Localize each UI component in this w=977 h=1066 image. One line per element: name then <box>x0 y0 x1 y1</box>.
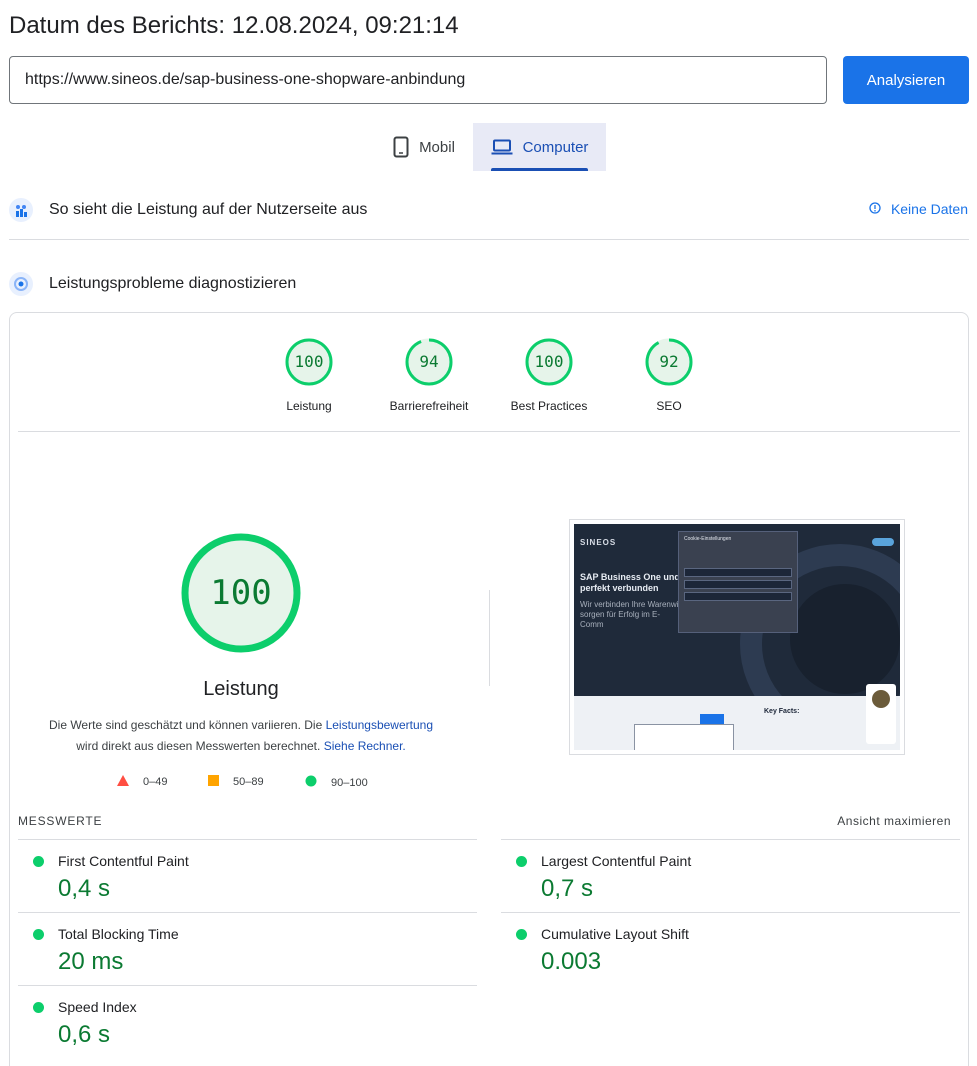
lab-data-section: Leistungsprobleme diagnostizieren <box>9 270 969 298</box>
card-divider <box>18 431 960 432</box>
legend-pass-label: 90–100 <box>331 776 368 789</box>
metric-value: 0,4 s <box>58 875 111 902</box>
gauge-label: Barrierefreiheit <box>389 399 469 413</box>
cookie-necessary-only <box>684 592 792 601</box>
field-data-section: So sieht die Leistung auf der Nutzerseit… <box>9 196 969 224</box>
badge-seal <box>872 690 890 708</box>
gauge-seo[interactable]: 92 SEO <box>609 337 729 413</box>
laptop-image <box>634 724 734 750</box>
metric-speed-index: Speed Index 0,6 s <box>18 985 477 1058</box>
metric-value: 0,6 s <box>58 1021 111 1048</box>
lab-target-icon <box>9 272 33 296</box>
metric-value: 0,7 s <box>541 875 594 902</box>
pass-dot-icon <box>33 929 44 940</box>
gauge-score: 100 <box>294 352 324 371</box>
pass-dot-icon <box>33 856 44 867</box>
screenshot-content: SINEOS SAP Business One und perfekt verb… <box>574 524 900 750</box>
pass-dot-icon <box>33 1002 44 1013</box>
calculator-link[interactable]: Siehe Rechner. <box>324 739 406 753</box>
cookie-banner: Cookie-Einstellungen <box>678 531 798 633</box>
report-date: Datum des Berichts: 12.08.2024, 09:21:14 <box>9 12 459 39</box>
no-data-label: Keine Daten <box>890 201 968 217</box>
gauge-performance[interactable]: 100 Leistung <box>249 337 369 413</box>
tab-mobile-label: Mobil <box>419 138 455 156</box>
tab-desktop-label: Computer <box>522 138 589 156</box>
note-text: Die Werte sind geschätzt und können vari… <box>48 718 326 732</box>
gauge-score: 92 <box>659 352 679 371</box>
metric-name: Cumulative Layout Shift <box>541 926 689 942</box>
tab-mobile[interactable]: Mobil <box>376 123 472 171</box>
gauge-label: Best Practices <box>510 399 588 413</box>
pass-dot-icon <box>516 856 527 867</box>
gauge-label: Leistung <box>286 399 332 413</box>
legend-average-label: 50–89 <box>233 776 264 788</box>
smartphone-icon <box>393 136 409 158</box>
gauge-accessibility[interactable]: 94 Barrierefreiheit <box>369 337 489 413</box>
note-text: wird direkt aus diesen Messwerten berech… <box>76 739 324 753</box>
pass-dot-icon <box>516 929 527 940</box>
circle-icon <box>305 775 317 790</box>
square-icon <box>208 775 219 789</box>
legend-fail-label: 0–49 <box>143 776 168 788</box>
tab-desktop[interactable]: Computer <box>473 123 606 171</box>
url-input[interactable] <box>9 56 827 104</box>
rating-badge <box>866 684 896 744</box>
metric-fcp: First Contentful Paint 0,4 s <box>18 839 477 912</box>
legend-average: 50–89 <box>208 775 264 789</box>
site-headline: SAP Business One und perfekt verbunden <box>580 572 680 593</box>
section-divider <box>9 239 969 240</box>
metric-name: Speed Index <box>58 999 137 1015</box>
metric-lcp: Largest Contentful Paint 0,7 s <box>501 839 960 912</box>
info-icon <box>869 201 881 217</box>
site-nav-button <box>872 538 894 546</box>
users-chart-icon <box>9 198 33 222</box>
sap-logo <box>700 714 724 724</box>
performance-title: Leistung <box>203 678 279 700</box>
cookie-title: Cookie-Einstellungen <box>684 536 732 542</box>
performance-score: 100 <box>210 573 272 613</box>
gauge-label: SEO <box>656 399 682 413</box>
legend-fail: 0–49 <box>117 775 167 789</box>
site-logo: SINEOS <box>580 538 617 547</box>
metric-value: 0.003 <box>541 948 602 975</box>
metrics-heading: MESSWERTE <box>18 814 103 828</box>
gauge-score: 100 <box>534 352 564 371</box>
site-lower-section: Key Facts: <box>574 696 900 750</box>
category-gauges: 100 Leistung 94 Barrierefreiheit 100 Bes… <box>0 337 977 417</box>
site-subline: Wir verbinden Ihre Warenwi sorgen für Er… <box>580 600 679 629</box>
metric-name: First Contentful Paint <box>58 853 189 869</box>
metric-tbt: Total Blocking Time 20 ms <box>18 912 477 985</box>
field-data-title: So sieht die Leistung auf der Nutzerseit… <box>49 201 368 218</box>
cookie-save-choice <box>684 580 792 589</box>
performance-scoring-link[interactable]: Leistungsbewertung <box>326 718 433 732</box>
lab-data-title: Leistungsprobleme diagnostizieren <box>49 275 297 292</box>
analyze-button[interactable]: Analysieren <box>843 56 969 104</box>
metric-value: 20 ms <box>58 948 124 975</box>
metric-name: Total Blocking Time <box>58 926 179 942</box>
key-facts-heading: Key Facts: <box>764 708 800 715</box>
no-data-link[interactable]: Keine Daten <box>869 201 968 217</box>
performance-gauge: 100 <box>180 532 302 654</box>
vertical-divider <box>489 590 490 686</box>
tab-selected-indicator <box>491 168 588 171</box>
decorative-circle <box>790 584 900 694</box>
triangle-icon <box>117 775 129 789</box>
cookie-accept-all <box>684 568 792 577</box>
gauge-best-practices[interactable]: 100 Best Practices <box>489 337 609 413</box>
gauge-score: 94 <box>419 352 439 371</box>
metric-name: Largest Contentful Paint <box>541 853 692 869</box>
page-screenshot-thumbnail[interactable]: SINEOS SAP Business One und perfekt verb… <box>569 519 905 755</box>
laptop-icon <box>491 139 513 155</box>
expand-view-toggle[interactable]: Ansicht maximieren <box>837 814 951 828</box>
metric-cls: Cumulative Layout Shift 0.003 <box>501 912 960 985</box>
legend-pass: 90–100 <box>305 775 368 790</box>
performance-note: Die Werte sind geschätzt und können vari… <box>28 715 454 757</box>
